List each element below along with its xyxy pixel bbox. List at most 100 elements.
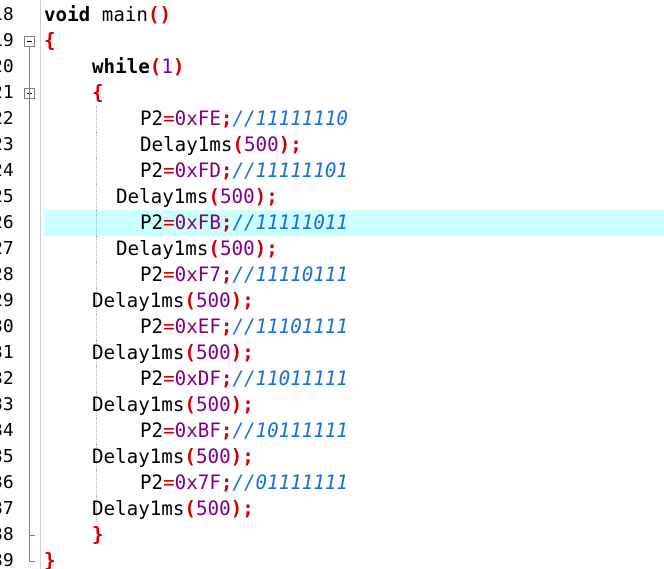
code-line[interactable]: 22 P2=0xFE;//11111110 [0,106,664,132]
indent-guide [96,210,97,236]
token-fn: main [101,3,148,26]
indent-guide [96,314,97,340]
indent-guide [96,184,97,210]
code-line[interactable]: 35 Delay1ms(500); [0,444,664,470]
token-brace: } [92,523,104,546]
code-line[interactable]: 21 { [0,80,664,106]
code-editor[interactable]: 18 void main()19{20while(1)21 {22 P2=0xFE;/… [0,0,664,569]
code-line[interactable]: 25 Delay1ms(500); [0,184,664,210]
token-paren: ( [184,289,196,312]
token-semi: ; [220,367,233,390]
line-number: 37 [0,498,14,519]
indent-guide [96,158,97,184]
code-area: P2=0x7F;//01111111 [44,470,664,496]
code-line[interactable]: 23 Delay1ms(500); [0,132,664,158]
token-ident: Delay1ms [140,133,233,156]
token-num: 500 [195,497,231,520]
indent-guide [96,262,97,288]
token-num: 500 [195,445,231,468]
line-number: 28 [0,264,14,285]
code-line[interactable]: 32 P2=0xDF;//11011111 [0,366,664,392]
code-line[interactable]: 18 void main() [0,2,664,28]
token-ident: P2 [140,471,164,494]
code-text: P2=0x7F;//01111111 [140,470,348,496]
code-text: { [44,28,56,54]
token-semi: ; [220,263,233,286]
token-cmt: //01111111 [232,471,348,494]
token-cmt: //11110111 [232,263,348,286]
code-text: } [44,548,56,569]
line-number: 30 [0,316,14,337]
token-op: = [163,367,175,390]
token-cmt: //11111101 [232,159,348,182]
code-area: Delay1ms(500); [44,444,664,470]
token-paren: ( [184,341,196,364]
token-ident: P2 [140,159,164,182]
line-number: 21 [0,82,14,103]
token-num: 0xDF [174,367,221,390]
token-paren: ); [254,185,278,208]
token-num: 1 [161,55,173,78]
fold-toggle-icon[interactable] [24,36,35,47]
line-number: 36 [0,472,14,493]
token-paren: ); [230,341,254,364]
token-cmt: //11111011 [232,211,348,234]
code-area: { [44,80,664,106]
code-text: P2=0xEF;//11101111 [140,314,348,340]
token-brace: { [44,29,56,52]
token-num: 500 [219,237,255,260]
code-line[interactable]: 33 Delay1ms(500); [0,392,664,418]
token-ident: Delay1ms [92,289,185,312]
token-paren: ( [184,393,196,416]
token-brace: { [92,81,104,104]
indent-guide [96,418,97,444]
code-line[interactable]: 31 Delay1ms(500); [0,340,664,366]
code-line[interactable]: 29 Delay1ms(500); [0,288,664,314]
code-line[interactable]: 28 P2=0xF7;//11110111 [0,262,664,288]
code-line[interactable]: 34 P2=0xBF;//10111111 [0,418,664,444]
token-ident: Delay1ms [92,341,185,364]
code-area: P2=0xFE;//11111110 [44,106,664,132]
code-line[interactable]: 38} [0,522,664,548]
token-op: = [163,471,175,494]
fold-end-marker [29,561,35,562]
token-ident: P2 [140,419,164,442]
line-number: 33 [0,394,14,415]
code-line[interactable]: 30 P2=0xEF;//11101111 [0,314,664,340]
line-number: 25 [0,186,14,207]
token-paren: ); [254,237,278,260]
code-line[interactable]: 37 Delay1ms(500); [0,496,664,522]
code-area: Delay1ms(500); [44,236,664,262]
token-num: 0xBF [174,419,221,442]
code-text: void main() [44,2,171,28]
token-paren: ); [230,445,254,468]
code-line[interactable]: 26 P2=0xFB;//11111011 [0,210,664,236]
line-number: 24 [0,160,14,181]
line-number: 22 [0,108,14,129]
token-paren: ) [172,55,185,78]
line-number: 26 [0,212,14,233]
code-area: Delay1ms(500); [44,132,664,158]
line-number: 29 [0,290,14,311]
code-line[interactable]: 27 Delay1ms(500); [0,236,664,262]
code-area: Delay1ms(500); [44,340,664,366]
line-number: 38 [0,524,14,545]
token-num: 0xFD [174,159,221,182]
code-line[interactable]: 19 { [0,28,664,54]
line-number: 27 [0,238,14,259]
code-line[interactable]: 39} [0,548,664,569]
token-op: = [163,263,175,286]
token-op: = [163,211,175,234]
code-line[interactable]: 36 P2=0x7F;//01111111 [0,470,664,496]
token-num: 500 [219,185,255,208]
token-paren: ); [230,497,254,520]
token-ident: P2 [140,211,164,234]
code-line[interactable]: 20 while(1) [0,54,664,80]
token-ident: P2 [140,107,164,130]
code-text: P2=0xBF;//10111111 [140,418,348,444]
code-line[interactable]: 24 P2=0xFD;//11111101 [0,158,664,184]
line-number: 18 [0,4,14,25]
code-text: Delay1ms(500); [116,184,278,210]
token-ident: Delay1ms [116,185,209,208]
token-paren: () [147,3,172,26]
